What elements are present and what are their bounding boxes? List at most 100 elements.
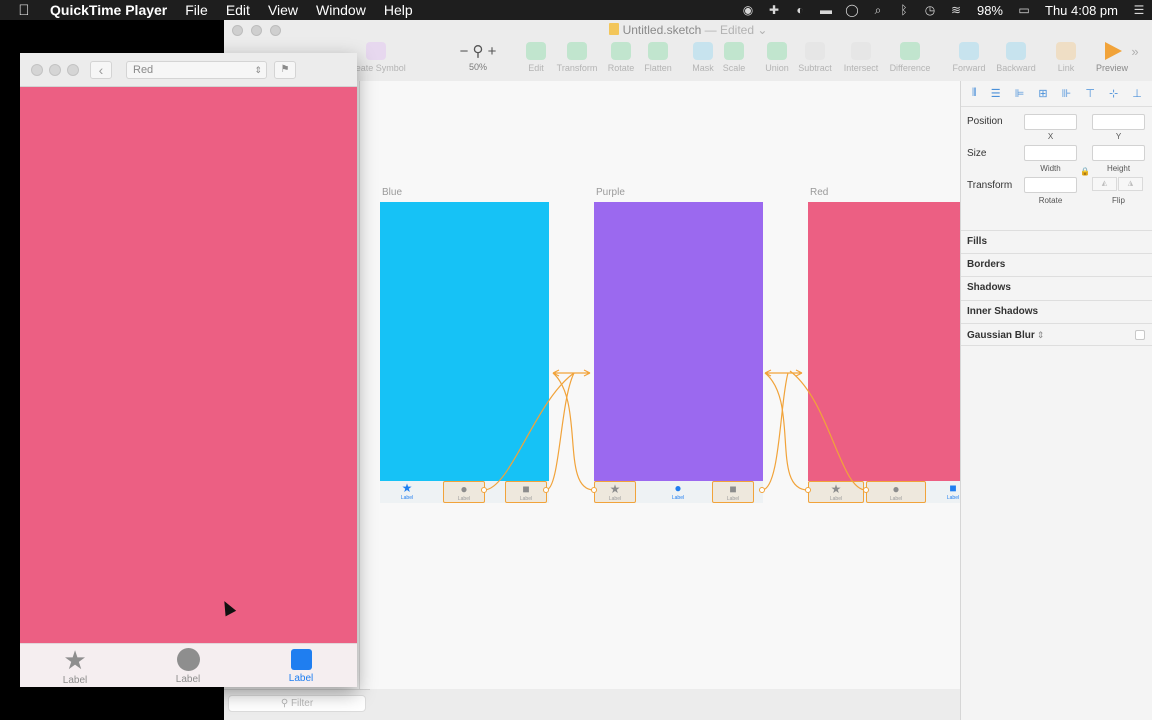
tab-star[interactable]: ★ Label [40,645,110,686]
theme-icon[interactable]: ◐ [787,3,813,17]
position-y-field[interactable] [1092,114,1145,130]
menu-app-name[interactable]: QuickTime Player [48,2,176,18]
preview-window: ‹ Red ⇕ ⚑ ★ Label Label Label [20,53,357,687]
distribute-vertical-icon[interactable]: ☰ [991,87,1001,100]
plugin-icon[interactable]: ✚ [761,3,787,17]
distribute-horizontal-icon[interactable]: ⫴ [972,87,977,100]
layers-filter-bar: ⚲ Filter [224,689,370,717]
alignment-toolbar: ⫴ ☰ ⊫ ⊞ ⊪ ⊤ ⊹ ⊥ [961,81,1152,107]
sketch-window: Untitled.sketch — Edited ⌄ Create Symbol… [224,20,1152,720]
flip-horizontal-button[interactable]: ◭ [1092,177,1117,191]
transform-label: Transform [967,180,1013,191]
tab-label: Label [288,673,314,684]
battery-percent[interactable]: 98% [969,3,1011,18]
chat-icon[interactable]: ◯ [839,3,865,17]
menu-edit[interactable]: Edit [217,2,259,18]
lock-icon[interactable]: 🔒 [1080,167,1090,176]
artboard-select-value: Red [133,64,154,76]
preview-screen[interactable] [20,87,357,643]
align-top-icon[interactable]: ⊤ [1085,87,1095,100]
align-center-icon[interactable]: ⊞ [1038,87,1047,100]
align-right-icon[interactable]: ⊪ [1062,87,1072,100]
battery-icon[interactable]: ▭ [1011,3,1037,17]
document-title: Untitled.sketch — Edited ⌄ [224,23,1152,37]
drive-icon[interactable]: ▬ [813,3,839,17]
toolbar-overflow-icon[interactable]: » [1120,44,1150,59]
sketch-document-icon [608,23,619,35]
wifi-icon[interactable]: ≋ [943,3,969,17]
bluetooth-icon[interactable]: ᛒ [891,3,917,17]
menu-view[interactable]: View [259,2,307,18]
tab-square[interactable]: Label [266,648,336,684]
document-status[interactable]: — Edited ⌄ [705,23,768,37]
sketch-canvas[interactable]: Blue Purple Red ★ Label ● Label ■ Label ★ La… [360,81,960,689]
zoom-in-icon[interactable]: + [488,43,497,60]
artboard-select[interactable]: Red ⇕ [126,61,267,79]
gaussian-blur-checkbox[interactable] [1135,330,1145,340]
menu-help[interactable]: Help [375,2,422,18]
blur-type-chevron-icon[interactable]: ⇕ [1037,330,1045,340]
star-icon: ★ [63,645,87,675]
time-machine-icon[interactable]: ◷ [917,3,943,17]
difference-icon [900,42,920,60]
transform-icon [567,42,587,60]
fills-section[interactable]: Fills [961,230,1152,253]
size-label: Size [967,148,987,159]
height-field[interactable] [1092,145,1145,161]
link-red-star-to-purple [764,372,809,491]
preview-zoom-button[interactable] [67,64,79,76]
document-name: Untitled.sketch [622,23,702,37]
search-icon[interactable]: ⌕ [865,3,891,18]
flip-vertical-button[interactable]: ◮ [1118,177,1143,191]
preview-minimize-button[interactable] [49,64,61,76]
layers-filter-input[interactable]: ⚲ Filter [228,695,366,712]
link-red-circle-to-purple [789,370,867,491]
back-arrow-icon[interactable]: ‹ [90,61,112,79]
preview-close-button[interactable] [31,64,43,76]
intersect-icon [851,42,871,60]
y-label: Y [1115,132,1122,141]
select-arrows-icon: ⇕ [254,65,262,75]
align-bottom-icon[interactable]: ⊥ [1132,87,1142,100]
inner-shadows-section[interactable]: Inner Shadows [961,300,1152,323]
zoom-level: 50% [468,62,487,72]
apple-menu-icon[interactable]:  [0,2,48,19]
sketch-titlebar: Untitled.sketch — Edited ⌄ [224,20,1152,40]
tab-circle[interactable]: Label [153,648,223,685]
preview-tabbar: ★ Label Label Label [20,643,357,687]
menu-window[interactable]: Window [307,2,375,18]
borders-section[interactable]: Borders [961,253,1152,276]
align-left-icon[interactable]: ⊫ [1015,87,1025,100]
shadows-section[interactable]: Shadows [961,276,1152,299]
zoom-control[interactable]: − ⚲ + 50% [452,42,504,72]
menu-bar:  QuickTime Player File Edit View Window… [0,0,1152,20]
link-star-to-blue [552,372,595,491]
align-middle-icon[interactable]: ⊹ [1109,87,1118,100]
x-label: X [1047,132,1054,141]
link-handle [863,487,869,493]
height-label: Height [1106,164,1131,173]
zoom-out-icon[interactable]: − [460,43,469,60]
width-field[interactable] [1024,145,1077,161]
position-x-field[interactable] [1024,114,1077,130]
link-icon [1056,42,1076,60]
filter-placeholder: Filter [290,698,314,709]
rotate-icon [611,42,631,60]
link-circle-to-purple [483,372,575,491]
rotate-field[interactable] [1024,177,1077,193]
menu-file[interactable]: File [176,2,217,18]
menu-clock[interactable]: Thu 4:08 pm [1037,3,1126,18]
gaussian-blur-section[interactable]: Gaussian Blur ⇕ [961,323,1152,346]
difference-button[interactable]: Difference [882,42,938,73]
scale-icon [724,42,744,60]
tab-label: Label [175,674,201,685]
record-icon[interactable]: ◉ [735,3,761,17]
union-icon [767,42,787,60]
position-label: Position [967,116,1003,127]
intersect-button[interactable]: Intersect [833,42,889,73]
backward-button[interactable]: Backward [988,42,1044,73]
link-handle [591,487,597,493]
link-handle [543,487,549,493]
flag-icon[interactable]: ⚑ [274,61,296,79]
notification-center-icon[interactable]: ☰ [1126,3,1152,17]
